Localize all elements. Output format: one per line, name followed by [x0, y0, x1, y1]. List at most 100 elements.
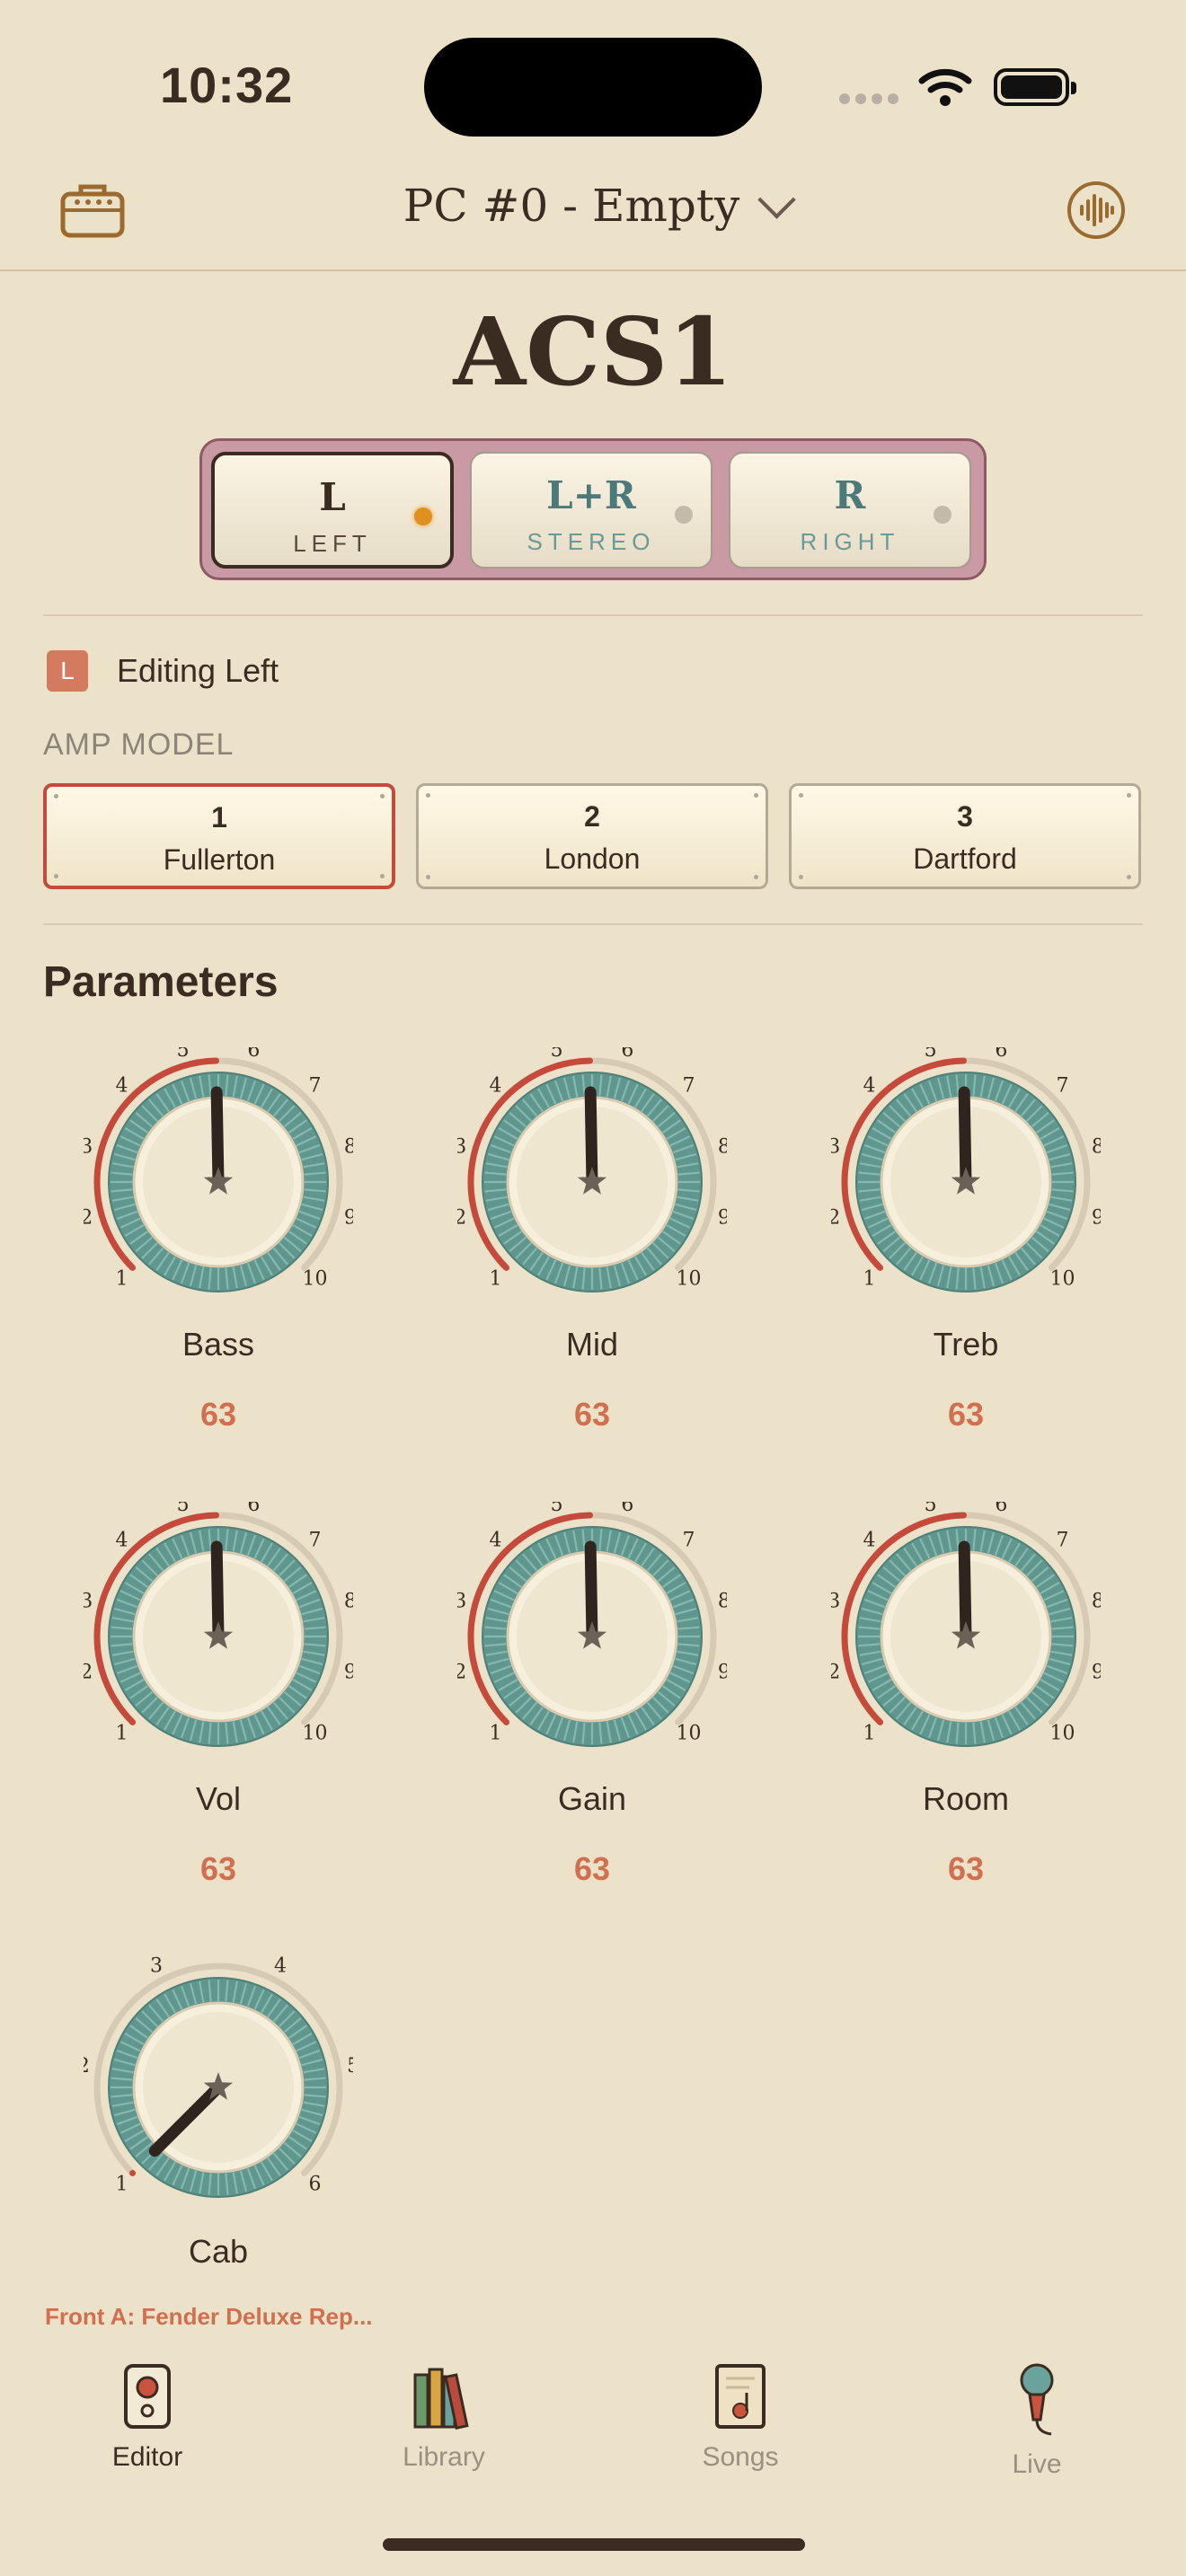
knob-bass[interactable]: 1 2 3 4 5 6 7 8 9 10	[84, 1047, 353, 1317]
channel-stereo-button[interactable]: L+R STEREO	[470, 452, 712, 569]
tab-live[interactable]: Live	[947, 2362, 1127, 2480]
chevron-down-icon	[757, 181, 796, 219]
knob-scale-label: 9	[1092, 1206, 1101, 1229]
cellular-icon	[839, 93, 904, 106]
knob-scale-label: 7	[682, 1075, 695, 1098]
knob-scale-label: 2	[831, 1661, 840, 1683]
knob-scale-label: 6	[621, 1047, 633, 1062]
amp-model-number: 3	[957, 800, 973, 833]
tab-editor[interactable]: Editor	[58, 2362, 237, 2473]
tab-label: Editor	[111, 2442, 183, 2472]
amp-model-option[interactable]: 3 Dartford	[789, 783, 1141, 889]
knob-scale-label: 7	[1056, 1530, 1068, 1552]
dynamic-island	[424, 38, 762, 137]
channel-left-button[interactable]: L LEFT	[211, 452, 454, 569]
knob-scale-label: 3	[84, 1591, 93, 1613]
amp-model-option[interactable]: 2 London	[416, 783, 768, 889]
knob-scale-label: 7	[308, 1530, 321, 1552]
knob-scale-label: 10	[1049, 1267, 1075, 1290]
knob-scale-label: 6	[247, 1502, 260, 1516]
nav-divider	[0, 269, 1186, 271]
knob-scale-label: 3	[457, 1591, 466, 1613]
program-title: PC #0 - Empty	[403, 180, 740, 232]
knob-scale-label: 7	[1056, 1075, 1068, 1098]
program-selector[interactable]: PC #0 - Empty	[0, 180, 1186, 232]
knob-scale-label: 2	[84, 1206, 93, 1229]
knob-label: Mid	[565, 1326, 618, 1363]
knob-value: 63	[199, 1850, 237, 1887]
knob-room[interactable]: 1 2 3 4 5 6 7 8 9 10	[831, 1502, 1101, 1771]
knob-scale-label: 1	[116, 2173, 128, 2195]
knob-scale-label: 9	[718, 1661, 727, 1683]
knob-value: 63	[199, 1396, 237, 1433]
home-indicator	[383, 2538, 805, 2551]
amp-model-name: London	[544, 842, 641, 875]
knob-scale-label: 5	[177, 1047, 190, 1062]
knob-scale-label: 6	[995, 1502, 1007, 1516]
knob-scale-label: 10	[676, 1267, 701, 1290]
knob-scale-label: 1	[490, 1267, 502, 1290]
amp-model-name: Fullerton	[163, 843, 276, 876]
section-divider	[43, 614, 1143, 616]
tab-label: Library	[403, 2442, 485, 2472]
channel-label: RIGHT	[800, 528, 900, 555]
knob-scale-label: 4	[116, 1530, 128, 1552]
amp-model-label: AMP MODEL	[43, 728, 235, 762]
knob-value: 63	[573, 1850, 611, 1887]
knob-scale-label: 1	[116, 1722, 128, 1744]
knob-scale-label: 6	[621, 1502, 633, 1516]
knob-scale-label: 10	[676, 1722, 701, 1744]
music-note-icon	[715, 2364, 766, 2429]
books-icon	[413, 2368, 469, 2430]
wifi-icon	[918, 68, 972, 106]
knob-label: Treb	[933, 1326, 999, 1363]
knob-scale-label: 1	[490, 1722, 502, 1744]
channel-label: LEFT	[293, 530, 372, 557]
knob-mid[interactable]: 1 2 3 4 5 6 7 8 9 10	[457, 1047, 727, 1317]
cab-description: Front A: Fender Deluxe Rep...	[45, 2303, 373, 2330]
knob-scale-label: 10	[302, 1267, 327, 1290]
knob-label: Gain	[557, 1780, 627, 1817]
knob-scale-label: 9	[718, 1206, 727, 1229]
knob-scale-label: 7	[308, 1075, 321, 1098]
knob-value: 63	[573, 1396, 611, 1433]
knob-vol[interactable]: 1 2 3 4 5 6 7 8 9 10	[84, 1502, 353, 1771]
knob-scale-label: 6	[308, 2173, 321, 2195]
knob-scale-label: 5	[925, 1047, 937, 1062]
knob-label: Bass	[181, 1326, 255, 1363]
knob-scale-label: 4	[863, 1530, 876, 1552]
knob-scale-label: 9	[344, 1661, 353, 1683]
knob-scale-label: 4	[116, 1075, 128, 1098]
channel-label: STEREO	[527, 528, 656, 555]
knob-value: 63	[947, 1850, 985, 1887]
knob-scale-label: 2	[457, 1661, 466, 1683]
channel-right-button[interactable]: R RIGHT	[729, 452, 971, 569]
tab-songs[interactable]: Songs	[651, 2362, 830, 2473]
knob-scale-label: 3	[457, 1136, 466, 1159]
cab-knob[interactable]: 1 2 3 4 5 6	[84, 1953, 353, 2222]
tab-label: Songs	[702, 2442, 779, 2472]
knob-scale-label: 3	[84, 1136, 93, 1159]
knob-scale-label: 9	[344, 1206, 353, 1229]
knob-treb[interactable]: 1 2 3 4 5 6 7 8 9 10	[831, 1047, 1101, 1317]
channel-selector: L LEFT L+R STEREO R RIGHT	[199, 438, 987, 580]
audio-waveform-icon[interactable]	[1066, 180, 1127, 241]
knob-scale-label: 6	[995, 1047, 1007, 1062]
knob-scale-label: 8	[344, 1591, 353, 1613]
amp-model-option[interactable]: 1 Fullerton	[43, 783, 395, 889]
tab-library[interactable]: Library	[354, 2362, 534, 2473]
knob-scale-label: 4	[490, 1530, 502, 1552]
knob-scale-label: 8	[1092, 1136, 1101, 1159]
editing-status: Editing Left	[117, 652, 279, 689]
knob-scale-label: 5	[551, 1502, 563, 1516]
knob-scale-label: 5	[925, 1502, 937, 1516]
knob-scale-label: 5	[551, 1047, 563, 1062]
knob-scale-label: 3	[831, 1136, 840, 1159]
knob-scale-label: 1	[863, 1267, 876, 1290]
knob-scale-label: 8	[718, 1591, 727, 1613]
knob-scale-label: 10	[302, 1722, 327, 1744]
device-title: ACS1	[453, 296, 733, 407]
knob-scale-label: 4	[274, 1955, 287, 1978]
knob-gain[interactable]: 1 2 3 4 5 6 7 8 9 10	[457, 1502, 727, 1771]
knob-label: Room	[922, 1780, 1010, 1817]
